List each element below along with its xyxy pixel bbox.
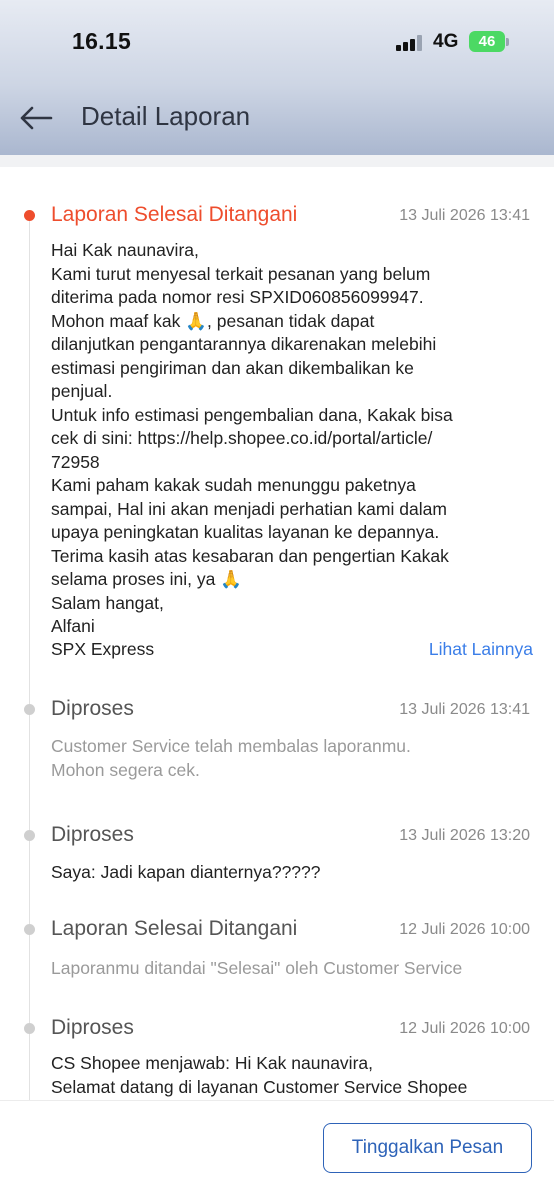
header: 16.15 4G 46 Detail Laporan bbox=[0, 0, 554, 155]
message-line: Mohon maaf kak 🙏, pesanan tidak dapat bbox=[51, 310, 375, 331]
message-line: Hai Kak naunavira, bbox=[51, 240, 199, 260]
entry-timestamp: 13 Juli 2026 13:20 bbox=[399, 827, 530, 844]
battery-level: 46 bbox=[478, 33, 496, 50]
status-time: 16.15 bbox=[72, 28, 132, 54]
timeline-dot bbox=[24, 704, 35, 715]
message-line: selama proses ini, ya 🙏 bbox=[51, 569, 243, 589]
back-button[interactable] bbox=[14, 96, 58, 140]
entry-timestamp: 12 Juli 2026 10:00 bbox=[399, 921, 530, 938]
message-line: Kami turut menyesal terkait pesanan yang… bbox=[51, 263, 431, 284]
message-line: estimasi pengiriman dan akan dikembalika… bbox=[51, 357, 414, 378]
message-line: upaya peningkatan kualitas layanan ke de… bbox=[51, 522, 440, 542]
status-bar: 16.15 4G 46 bbox=[0, 0, 554, 80]
message-line: Alfani bbox=[51, 616, 95, 636]
see-more-link[interactable]: Lihat Lainnya bbox=[429, 639, 533, 660]
message-line: cek di sini: https://help.shopee.co.id/p… bbox=[51, 428, 433, 448]
timeline-dot bbox=[24, 1023, 35, 1034]
timeline-dot bbox=[24, 830, 35, 841]
report-timeline[interactable]: Laporan Selesai Ditangani 13 Juli 2026 1… bbox=[0, 167, 554, 1100]
message-line: CS Shopee menjawab: Hi Kak naunavira, bbox=[51, 1053, 373, 1073]
entry-message: Laporanmu ditandai "Selesai" oleh Custom… bbox=[51, 957, 533, 981]
message-line: sampai, Hal ini akan menjadi perhatian k… bbox=[51, 498, 447, 519]
entry-footer: SPX Express Lihat Lainnya bbox=[51, 639, 533, 663]
arrow-left-icon bbox=[20, 106, 53, 130]
entry-status: Laporan Selesai Ditangani bbox=[51, 917, 298, 940]
entry-status: Diproses bbox=[51, 823, 134, 846]
message-line: Kami paham kakak sudah menunggu paketnya bbox=[51, 475, 416, 495]
battery-icon: 46 bbox=[469, 31, 505, 52]
entry-timestamp: 13 Juli 2026 13:41 bbox=[399, 207, 530, 224]
entry-status: Laporan Selesai Ditangani bbox=[51, 203, 298, 226]
message-line: dilanjutkan pengantarannya dikarenakan m… bbox=[51, 334, 437, 354]
message-line: penjual. bbox=[51, 381, 113, 401]
entry-status: Diproses bbox=[51, 697, 134, 720]
timeline-line bbox=[29, 215, 30, 1100]
cellular-signal-icon bbox=[396, 35, 428, 51]
entry-message: CS Shopee menjawab: Hi Kak naunavira, Se… bbox=[51, 1052, 533, 1099]
message-line: diterima pada nomor resi SPXID0608560999… bbox=[51, 287, 424, 307]
network-type: 4G bbox=[433, 31, 459, 52]
message-line: 72958 bbox=[51, 451, 100, 472]
message-line: Mohon segera cek. bbox=[51, 759, 200, 780]
entry-timestamp: 12 Juli 2026 10:00 bbox=[399, 1020, 530, 1037]
page-title: Detail Laporan bbox=[81, 101, 251, 131]
entry-message: Customer Service telah membalas laporanm… bbox=[51, 735, 533, 782]
timeline-dot bbox=[24, 924, 35, 935]
message-line: Laporanmu ditandai "Selesai" oleh Custom… bbox=[51, 958, 463, 978]
message-line: Untuk info estimasi pengembalian dana, K… bbox=[51, 404, 453, 425]
entry-message: Hai Kak naunavira, Kami turut menyesal t… bbox=[51, 239, 533, 639]
message-line: Terima kasih atas kesabaran dan pengerti… bbox=[51, 545, 449, 566]
message-line: Saya: Jadi kapan dianternya????? bbox=[51, 862, 321, 882]
entry-message: Saya: Jadi kapan dianternya????? bbox=[51, 861, 533, 885]
bottom-action-bar: Tinggalkan Pesan bbox=[0, 1100, 554, 1200]
entry-status: Diproses bbox=[51, 1016, 134, 1039]
battery-tip bbox=[506, 38, 509, 46]
timeline-dot-active bbox=[24, 210, 35, 221]
header-divider bbox=[0, 155, 554, 167]
message-signature: SPX Express bbox=[51, 639, 155, 659]
leave-message-button[interactable]: Tinggalkan Pesan bbox=[323, 1123, 532, 1173]
message-line: Selamat datang di layanan Customer Servi… bbox=[51, 1076, 468, 1097]
message-line: Customer Service telah membalas laporanm… bbox=[51, 736, 411, 756]
message-line: Salam hangat, bbox=[51, 592, 164, 613]
entry-timestamp: 13 Juli 2026 13:41 bbox=[399, 701, 530, 718]
